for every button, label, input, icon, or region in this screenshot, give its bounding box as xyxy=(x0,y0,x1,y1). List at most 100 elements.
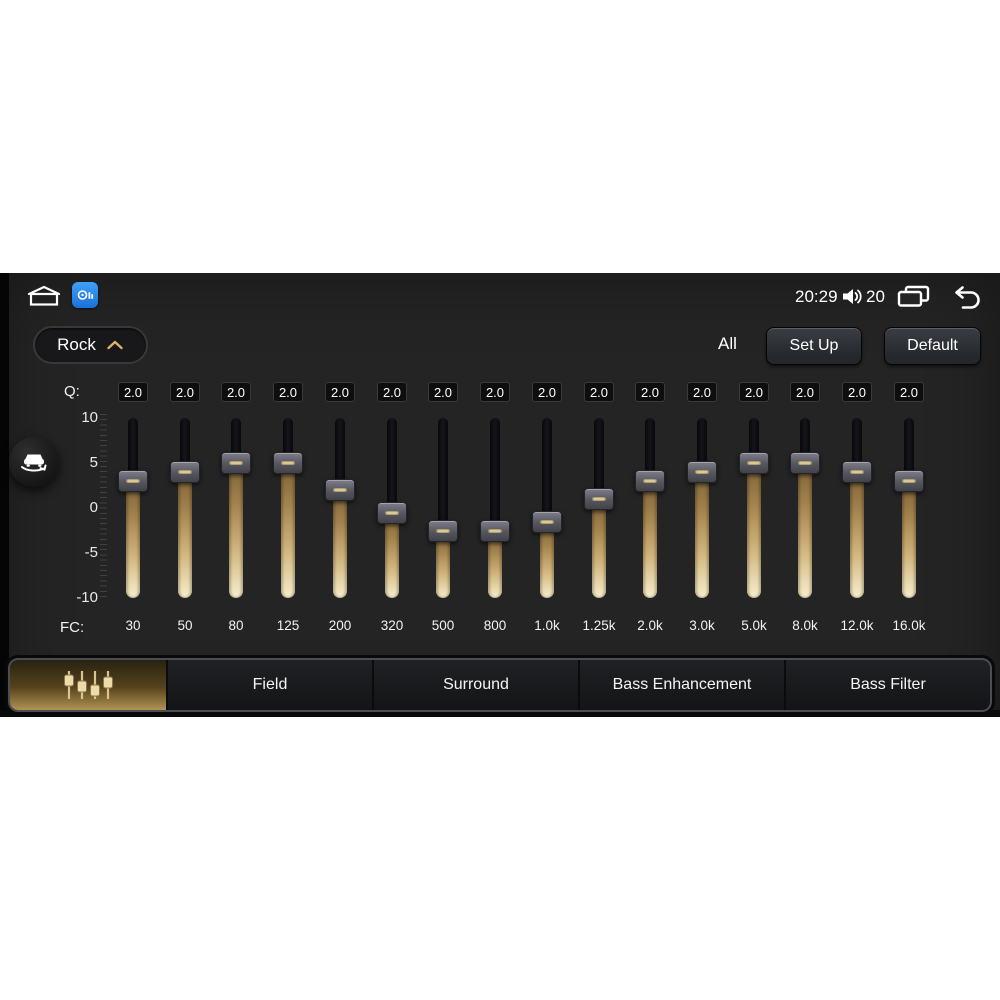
q-value: 2.0 xyxy=(485,384,505,400)
screen-left-bezel xyxy=(0,273,9,717)
q-value-box[interactable]: 2.0 xyxy=(635,382,665,402)
eq-band: 2.0 8.0k xyxy=(779,373,831,643)
q-value-box[interactable]: 2.0 xyxy=(221,382,251,402)
slider-track-lower[interactable] xyxy=(281,463,295,598)
slider-handle[interactable] xyxy=(584,488,614,510)
slider-handle[interactable] xyxy=(790,452,820,474)
slider-handle[interactable] xyxy=(273,452,303,474)
slider-handle[interactable] xyxy=(325,479,355,501)
music-app-icon[interactable] xyxy=(72,282,98,308)
slider-track-lower[interactable] xyxy=(126,481,140,598)
handle-mark-icon xyxy=(902,479,916,483)
eq-band: 2.0 2.0k xyxy=(624,373,676,643)
slider-track-upper[interactable] xyxy=(490,418,500,533)
slider-handle[interactable] xyxy=(635,470,665,492)
car-sound-field-icon xyxy=(21,454,47,472)
slider-track-lower[interactable] xyxy=(333,490,347,598)
headunit-screen: 20:29 20 Rock All Set Up Default Q: FC: … xyxy=(0,273,1000,717)
handle-mark-icon xyxy=(798,461,812,465)
volume-level: 20 xyxy=(866,287,885,306)
all-label[interactable]: All xyxy=(718,334,737,354)
slider-handle[interactable] xyxy=(428,519,458,542)
slider-handle[interactable] xyxy=(894,470,924,492)
bottom-tab-bar: Field Surround Bass Enhancement Bass Filter xyxy=(5,655,995,715)
handle-mark-icon xyxy=(488,528,502,533)
tab-equalizer[interactable] xyxy=(10,660,166,710)
eq-band: 2.0 125 xyxy=(262,373,314,643)
slider-handle[interactable] xyxy=(221,452,251,474)
slider-track-lower[interactable] xyxy=(178,472,192,598)
slider-handle[interactable] xyxy=(532,510,562,533)
slider-track-lower[interactable] xyxy=(798,463,812,598)
tab-bass-filter[interactable]: Bass Filter xyxy=(784,660,990,710)
slider-track-lower[interactable] xyxy=(385,512,399,598)
tab-field[interactable]: Field xyxy=(166,660,372,710)
q-value: 2.0 xyxy=(123,384,143,400)
q-value-box[interactable]: 2.0 xyxy=(894,382,924,402)
slider-handle[interactable] xyxy=(842,461,872,483)
q-value: 2.0 xyxy=(899,384,919,400)
q-value-box[interactable]: 2.0 xyxy=(739,382,769,402)
slider-track-lower[interactable] xyxy=(902,481,916,598)
q-value-box[interactable]: 2.0 xyxy=(377,382,407,402)
q-value-box[interactable]: 2.0 xyxy=(532,382,562,402)
q-value-box[interactable]: 2.0 xyxy=(428,382,458,402)
slider-handle[interactable] xyxy=(739,452,769,474)
sound-field-fab[interactable] xyxy=(9,437,59,487)
q-value-box[interactable]: 2.0 xyxy=(584,382,614,402)
slider-handle[interactable] xyxy=(687,461,717,483)
q-value: 2.0 xyxy=(847,384,867,400)
slider-track-upper[interactable] xyxy=(542,418,552,524)
back-icon[interactable] xyxy=(948,285,982,315)
q-value-box[interactable]: 2.0 xyxy=(325,382,355,402)
q-value: 2.0 xyxy=(744,384,764,400)
handle-mark-icon xyxy=(850,470,864,474)
handle-mark-icon xyxy=(747,461,761,465)
handle-mark-icon xyxy=(385,510,399,515)
q-value-box[interactable]: 2.0 xyxy=(273,382,303,402)
tab-surround[interactable]: Surround xyxy=(372,660,578,710)
slider-handle[interactable] xyxy=(118,470,148,492)
q-value-box[interactable]: 2.0 xyxy=(687,382,717,402)
slider-track-lower[interactable] xyxy=(850,472,864,598)
q-value-box[interactable]: 2.0 xyxy=(842,382,872,402)
q-value-box[interactable]: 2.0 xyxy=(480,382,510,402)
recents-icon[interactable] xyxy=(897,285,930,313)
chevron-up-icon xyxy=(107,340,123,350)
tab-label: Surround xyxy=(443,676,509,693)
tab-bass-enhancement[interactable]: Bass Enhancement xyxy=(578,660,784,710)
slider-track-lower[interactable] xyxy=(592,499,606,598)
q-value: 2.0 xyxy=(692,384,712,400)
slider-handle[interactable] xyxy=(170,461,200,483)
slider-track-upper[interactable] xyxy=(387,418,397,515)
slider-track-lower[interactable] xyxy=(229,463,243,598)
handle-mark-icon xyxy=(695,470,709,474)
eq-band: 2.0 800 xyxy=(469,373,521,643)
q-value-box[interactable]: 2.0 xyxy=(170,382,200,402)
slider-handle[interactable] xyxy=(480,519,510,542)
slider-track-lower[interactable] xyxy=(695,472,709,598)
eq-band: 2.0 5.0k xyxy=(728,373,780,643)
default-button[interactable]: Default xyxy=(884,327,981,365)
q-value: 2.0 xyxy=(226,384,246,400)
q-value-box[interactable]: 2.0 xyxy=(118,382,148,402)
q-value: 2.0 xyxy=(433,384,453,400)
setup-button[interactable]: Set Up xyxy=(766,327,862,365)
slider-track-lower[interactable] xyxy=(643,481,657,598)
handle-mark-icon xyxy=(333,488,347,492)
speaker-icon[interactable] xyxy=(842,287,863,311)
handle-mark-icon xyxy=(436,528,450,533)
q-value: 2.0 xyxy=(382,384,402,400)
fc-row-label: FC: xyxy=(60,619,85,636)
slider-track-lower[interactable] xyxy=(747,463,761,598)
q-value: 2.0 xyxy=(278,384,298,400)
q-value-box[interactable]: 2.0 xyxy=(790,382,820,402)
home-icon[interactable] xyxy=(27,284,61,312)
slider-track-lower[interactable] xyxy=(540,521,554,598)
eq-band: 2.0 16.0k xyxy=(883,373,935,643)
slider-handle[interactable] xyxy=(377,501,407,524)
axis-tick-label: -5 xyxy=(84,544,98,561)
frequency-label: 16.0k xyxy=(892,618,926,633)
slider-track-upper[interactable] xyxy=(438,418,448,533)
preset-selector[interactable]: Rock xyxy=(33,326,148,364)
